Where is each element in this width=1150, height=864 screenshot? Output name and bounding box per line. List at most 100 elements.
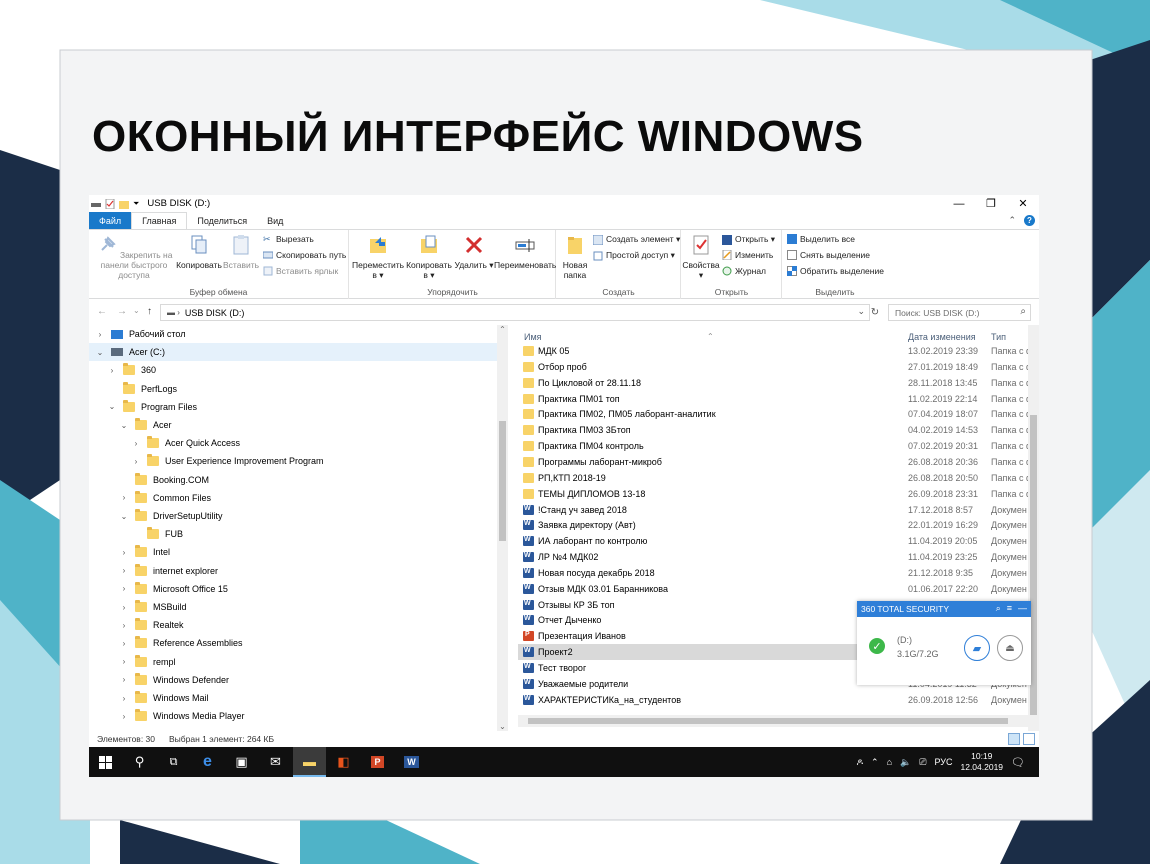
chevron-right-icon[interactable]: › <box>119 694 129 703</box>
tab-file[interactable]: Файл <box>89 212 132 229</box>
cut-button[interactable]: ✂ Вырезать <box>263 234 314 244</box>
file-row[interactable]: ЛР №4 МДК02 11.04.2019 23:25 Докумен <box>518 549 1028 565</box>
copy-path-button[interactable]: Скопировать путь <box>263 250 346 260</box>
chevron-right-icon[interactable]: › <box>95 330 105 339</box>
network-icon[interactable]: ⌂ <box>887 757 892 767</box>
properties-button[interactable]: Свойства ▾ <box>682 234 720 280</box>
popup-search-icon[interactable]: ⌕ <box>996 603 1001 614</box>
history-button[interactable]: Журнал <box>722 266 766 276</box>
file-row[interactable]: ТЕМЫ ДИПЛОМОВ 13-18 26.09.2018 23:31 Папка… <box>518 486 1028 502</box>
tray-overflow-icon[interactable]: ⌃ <box>871 757 879 768</box>
maximize-button[interactable]: ❐ <box>975 195 1007 212</box>
nav-tree-item[interactable]: › Realtek <box>89 616 497 634</box>
nav-tree-item[interactable]: PerfLogs <box>89 380 497 398</box>
invert-selection-button[interactable]: Обратить выделение <box>787 266 884 276</box>
nav-tree-item[interactable]: › Рабочий стол <box>89 325 497 343</box>
powerpoint-button[interactable]: P <box>361 747 394 777</box>
nav-tree-item[interactable]: › Acer Quick Access <box>89 434 497 452</box>
file-row[interactable]: Практика ПМ04 контроль 07.02.2019 20:31 Па… <box>518 438 1028 454</box>
address-dropdown-icon[interactable]: ⌄ <box>857 306 865 317</box>
file-row[interactable]: Практика ПМ03 3Бтоп 04.02.2019 14:53 Папка… <box>518 422 1028 438</box>
select-none-button[interactable]: Снять выделение <box>787 250 870 260</box>
nav-tree-item[interactable]: Booking.COM <box>89 471 497 489</box>
chevron-right-icon[interactable]: › <box>119 603 129 612</box>
horizontal-scrollbar-thumb[interactable] <box>528 718 1008 724</box>
recent-locations-button[interactable]: ⌄ <box>133 306 140 315</box>
nav-tree-item[interactable]: › MSBuild <box>89 598 497 616</box>
easy-access-button[interactable]: Простой доступ ▾ <box>593 250 675 261</box>
minimize-button[interactable]: — <box>943 195 975 212</box>
file-row[interactable]: Заявка директору (Авт) 22.01.2019 16:29 До… <box>518 517 1028 533</box>
column-header-type[interactable]: Тип <box>991 332 1006 342</box>
nav-tree-item[interactable]: › internet explorer <box>89 562 497 580</box>
taskbar-search-button[interactable]: ⚲ <box>123 747 156 777</box>
ribbon-collapse-icon[interactable]: ⌃ <box>1008 215 1016 226</box>
rename-button[interactable]: Переименовать <box>494 234 556 270</box>
nav-tree-item[interactable]: ⌄ Acer (C:) <box>89 343 497 362</box>
tab-view[interactable]: Вид <box>257 212 293 229</box>
usb-icon[interactable]: ⎚ <box>919 757 926 768</box>
file-row[interactable]: Отбор проб 27.01.2019 18:49 Папка с ф <box>518 359 1028 375</box>
chevron-right-icon[interactable]: › <box>131 439 141 448</box>
mail-button[interactable]: ✉ <box>259 747 292 777</box>
address-input[interactable]: ▬ › USB DISK (D:) ⌄ <box>160 304 870 321</box>
people-icon[interactable]: ዶ <box>856 757 863 768</box>
forward-button[interactable]: → <box>117 306 127 317</box>
search-input[interactable]: Поиск: USB DISK (D:) ⌕ <box>888 304 1031 321</box>
chevron-right-icon[interactable]: › <box>119 657 129 666</box>
nav-tree-item[interactable]: ⌄ DriverSetupUtility <box>89 507 497 525</box>
file-row[interactable]: МДК 05 13.02.2019 23:39 Папка с ф <box>518 343 1028 359</box>
file-row[interactable]: Отзыв МДК 03.01 Баранникова 01.06.2017 22… <box>518 581 1028 597</box>
large-icons-view-icon[interactable] <box>1023 733 1035 745</box>
eject-button[interactable]: ⏏ <box>997 635 1023 661</box>
nav-tree-item[interactable]: › 360 <box>89 361 497 379</box>
popup-menu-icon[interactable]: ≡ <box>1007 603 1012 614</box>
close-button[interactable]: ✕ <box>1007 195 1039 212</box>
chevron-right-icon[interactable]: › <box>119 493 129 502</box>
edit-button[interactable]: Изменить <box>722 250 773 260</box>
nav-tree-item[interactable]: › User Experience Improvement Program <box>89 452 497 470</box>
chevron-right-icon[interactable]: › <box>131 457 141 466</box>
nav-tree-item[interactable]: › Intel <box>89 543 497 561</box>
office-button[interactable]: ◧ <box>327 747 360 777</box>
horizontal-scrollbar[interactable] <box>518 715 1028 727</box>
file-row[interactable]: Практика ПМ01 топ 11.02.2019 22:14 Папка с… <box>518 391 1028 407</box>
copy-button[interactable]: Копировать <box>175 234 223 270</box>
nav-tree-item[interactable]: FUB <box>89 525 497 543</box>
refresh-button[interactable]: ↻ <box>867 304 883 321</box>
chevron-down-icon[interactable]: ⌄ <box>107 402 117 411</box>
move-to-button[interactable]: Переместить в ▾ <box>352 234 404 280</box>
word-button[interactable]: W <box>395 747 428 777</box>
column-header-date[interactable]: Дата изменения <box>908 332 976 342</box>
column-header-name[interactable]: Имя <box>524 332 542 342</box>
tab-home[interactable]: Главная <box>131 212 188 229</box>
new-folder-icon[interactable] <box>119 199 129 209</box>
nav-tree-item[interactable]: › Windows Media Player <box>89 707 497 725</box>
scroll-down-icon[interactable]: ⌄ <box>497 722 508 731</box>
file-row[interactable]: Новая посуда декабрь 2018 21.12.2018 9:35… <box>518 565 1028 581</box>
notification-icon[interactable]: 🗨 <box>1011 756 1025 769</box>
file-row[interactable]: По Цикловой от 28.11.18 28.11.2018 13:45 П… <box>518 375 1028 391</box>
file-row[interactable]: !Станд уч завед 2018 17.12.2018 8:57 Докум… <box>518 502 1028 518</box>
qat-dropdown-icon[interactable]: ⏷ <box>133 199 139 209</box>
file-row[interactable]: РП,КТП 2018-19 26.08.2018 20:50 Папка с ф <box>518 470 1028 486</box>
nav-tree-item[interactable]: › rempl <box>89 653 497 671</box>
clock[interactable]: 10:19 12.04.2019 <box>960 751 1003 773</box>
chevron-right-icon[interactable]: › <box>119 621 129 630</box>
input-language[interactable]: РУС <box>934 757 952 767</box>
paste-shortcut-button[interactable]: Вставить ярлык <box>263 266 338 276</box>
back-button[interactable]: ← <box>97 306 107 317</box>
paste-button[interactable]: Вставить <box>223 234 259 270</box>
file-row[interactable]: ИА лаборант по контролю 11.04.2019 20:05 Д… <box>518 533 1028 549</box>
new-item-button[interactable]: Создать элемент ▾ <box>593 234 680 245</box>
navigation-scrollbar[interactable]: ⌃ ⌄ <box>497 325 508 731</box>
select-all-button[interactable]: Выделить все <box>787 234 855 244</box>
chevron-right-icon[interactable]: › <box>119 548 129 557</box>
chevron-right-icon[interactable]: › <box>119 712 129 721</box>
chevron-down-icon[interactable]: ⌄ <box>119 421 129 430</box>
chevron-right-icon[interactable]: › <box>119 566 129 575</box>
nav-tree-item[interactable]: › Windows Mail <box>89 689 497 707</box>
nav-tree-item[interactable]: › Microsoft Office 15 <box>89 580 497 598</box>
start-button[interactable] <box>89 747 122 777</box>
up-button[interactable]: ↑ <box>147 306 152 317</box>
